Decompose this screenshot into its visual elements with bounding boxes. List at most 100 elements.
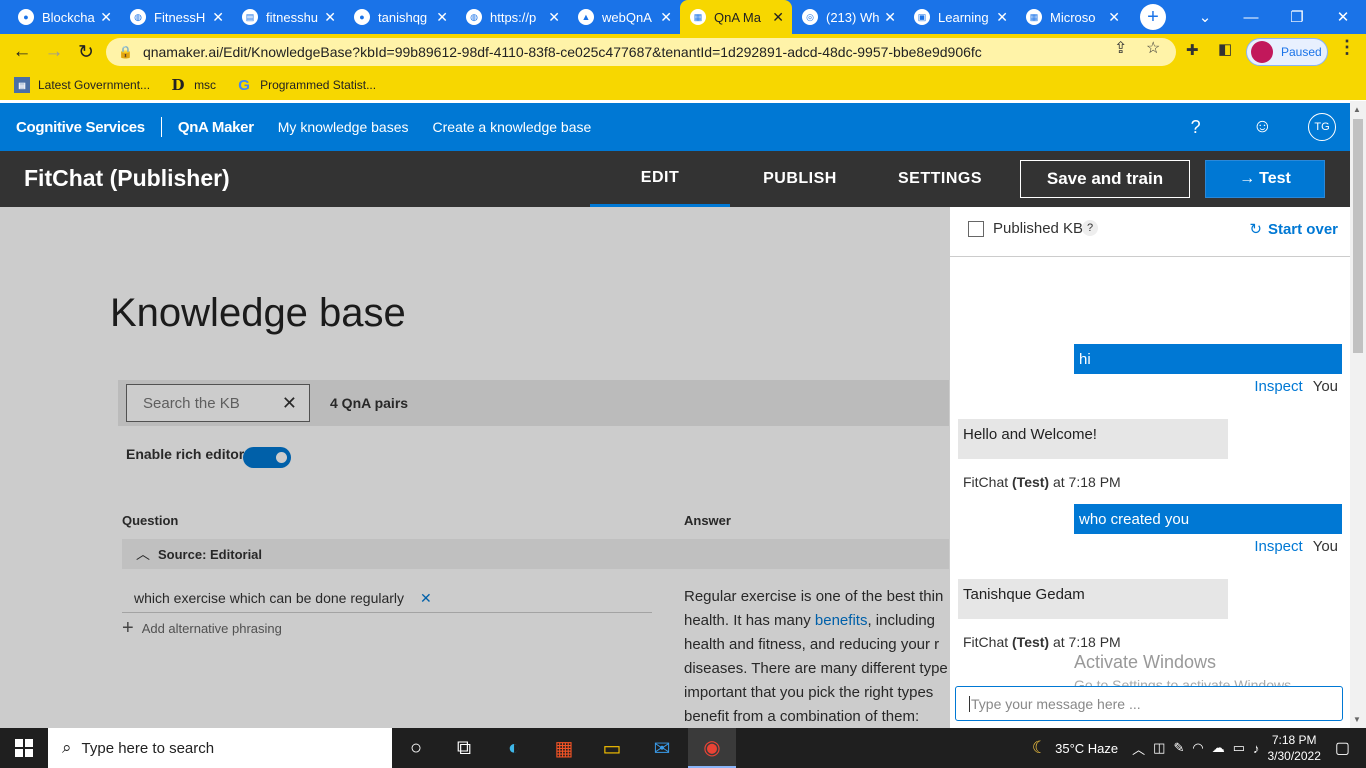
profile-button[interactable]: Paused [1246,38,1328,66]
save-and-train-button[interactable]: Save and train [1020,160,1190,198]
cognitive-services-link[interactable]: Cognitive Services [16,119,145,136]
tab-edit[interactable]: EDIT [590,151,730,207]
clock[interactable]: 7:18 PM 3/30/2022 [1267,732,1320,764]
bot-message-meta: FitChat (Test) at 7:18 PM [963,474,1121,490]
weather-icon[interactable]: ☾ [1032,738,1047,758]
page-scrollbar[interactable]: ▲ ▼ [1350,101,1366,728]
bookmark-item[interactable]: G Programmed Statist... [236,77,376,94]
tab-title: FitnessH [154,9,206,25]
globe-icon: ◍ [466,9,482,25]
nav-divider [160,117,162,137]
help-icon[interactable]: ? [1191,117,1201,138]
close-tab-icon[interactable]: ✕ [1108,9,1120,25]
qna-maker-link[interactable]: QnA Maker [178,119,254,136]
browser-tab[interactable]: ◍ FitnessH ✕ [120,0,232,34]
azure-icon: ▲ [578,9,594,25]
feedback-smiley-icon[interactable]: ☺ [1253,116,1272,138]
scrollbar-thumb[interactable] [1353,119,1363,353]
microsoft-icon: ▦ [690,9,706,25]
side-panel-icon[interactable]: ◧ [1218,40,1232,58]
inspect-link[interactable]: Inspect [1254,538,1302,555]
meet-now-icon[interactable]: ◫ [1153,740,1165,756]
tab-title: Microso [1050,9,1096,25]
onedrive-icon[interactable]: ☁ [1212,740,1225,756]
reload-icon[interactable]: ↻ [70,36,102,68]
edge-icon[interactable]: ◐ [490,728,538,768]
file-explorer-icon[interactable]: ▭ [588,728,636,768]
inspect-link[interactable]: Inspect [1254,378,1302,395]
cortana-icon[interactable]: ○ [392,728,440,768]
close-tab-icon[interactable]: ✕ [996,9,1008,25]
text-caret [969,695,970,712]
minimize-icon[interactable]: — [1228,0,1274,34]
tab-title: Learning [938,9,989,25]
browser-tab[interactable]: ● Blockcha ✕ [8,0,120,34]
bookmark-item[interactable]: ▤ Latest Government... [14,77,150,93]
close-tab-icon[interactable]: ✕ [324,9,336,25]
share-icon[interactable]: ⇪ [1114,38,1127,58]
close-window-icon[interactable]: ✕ [1320,0,1366,34]
battery-icon[interactable]: ▭ [1233,740,1245,756]
bookmark-item[interactable]: Dmsc [170,76,217,94]
restore-icon[interactable]: ❐ [1274,0,1320,34]
chat-input-placeholder: Type your message here ... [971,695,1141,712]
store-icon[interactable]: ▦ [540,728,588,768]
close-tab-icon[interactable]: ✕ [772,9,784,25]
my-knowledge-bases-link[interactable]: My knowledge bases [278,119,409,135]
published-kb-checkbox[interactable] [968,221,984,237]
start-button[interactable] [0,728,48,768]
extensions-icon[interactable]: ✚ [1186,41,1199,59]
start-over-label: Start over [1267,220,1338,238]
test-button[interactable]: → Test [1205,160,1325,198]
browser-tab[interactable]: ▲ webQnA ✕ [568,0,680,34]
notifications-icon[interactable]: ▢ [1335,738,1350,758]
tab-title: QnA Ma [714,9,761,25]
gov-icon: ▤ [14,77,30,93]
forward-icon[interactable]: → [38,36,70,68]
bot-message: Hello and Welcome! [958,419,1228,459]
refresh-icon: ↻ [1249,221,1262,238]
windows-logo-icon [15,739,33,757]
back-icon[interactable]: ← [6,36,38,68]
show-hidden-icons[interactable]: ︿ [1132,739,1145,758]
browser-tab[interactable]: ▤ fitnesshu ✕ [232,0,344,34]
browser-tab[interactable]: ▦ QnA Ma ✕ [680,0,792,34]
modal-overlay [0,207,950,728]
scroll-up-icon[interactable]: ▲ [1353,105,1361,114]
tab-settings[interactable]: SETTINGS [870,151,1010,207]
chrome-icon[interactable]: ◉ [688,728,736,768]
browser-tab[interactable]: ▦ Microso ✕ [1016,0,1128,34]
url-text[interactable]: qnamaker.ai/Edit/KnowledgeBase?kbId=99b8… [143,44,982,60]
pen-icon[interactable]: ✎ [1173,740,1184,756]
address-bar[interactable]: 🔒 qnamaker.ai/Edit/KnowledgeBase?kbId=99… [106,38,1176,66]
close-tab-icon[interactable]: ✕ [548,9,560,25]
browser-tab[interactable]: ◎ (213) Wh ✕ [792,0,904,34]
volume-icon[interactable]: ♪ [1253,741,1260,756]
new-tab-icon[interactable]: + [1140,4,1166,30]
close-tab-icon[interactable]: ✕ [212,9,224,25]
close-tab-icon[interactable]: ✕ [660,9,672,25]
close-tab-icon[interactable]: ✕ [884,9,896,25]
close-tab-icon[interactable]: ✕ [436,9,448,25]
tab-publish[interactable]: PUBLISH [730,151,870,207]
scroll-down-icon[interactable]: ▼ [1353,715,1361,724]
tab-title: Blockcha [42,9,95,25]
weather-text[interactable]: 35°C Haze [1055,741,1118,756]
wifi-icon[interactable]: ◠ [1192,740,1203,756]
create-knowledge-base-link[interactable]: Create a knowledge base [433,119,592,135]
tab-search-icon[interactable]: ⌄ [1182,0,1228,34]
chat-message-input[interactable]: Type your message here ... [955,686,1343,721]
mail-icon[interactable]: ✉ [638,728,686,768]
close-tab-icon[interactable]: ✕ [100,9,112,25]
taskbar-search[interactable]: ⌕ Type here to search [48,728,392,768]
bookmark-star-icon[interactable]: ☆ [1146,38,1160,58]
start-over-button[interactable]: ↻ Start over [1249,220,1338,239]
help-icon[interactable]: ? [1082,220,1098,236]
menu-icon[interactable]: ⋮ [1338,37,1356,58]
task-view-icon[interactable]: ⧉ [440,728,488,768]
browser-tab[interactable]: ● tanishqg ✕ [344,0,456,34]
user-avatar[interactable]: TG [1308,113,1336,141]
browser-tab[interactable]: ◍ https://p ✕ [456,0,568,34]
kb-name: FitChat (Publisher) [24,165,230,191]
browser-tab[interactable]: ▣ Learning ✕ [904,0,1016,34]
